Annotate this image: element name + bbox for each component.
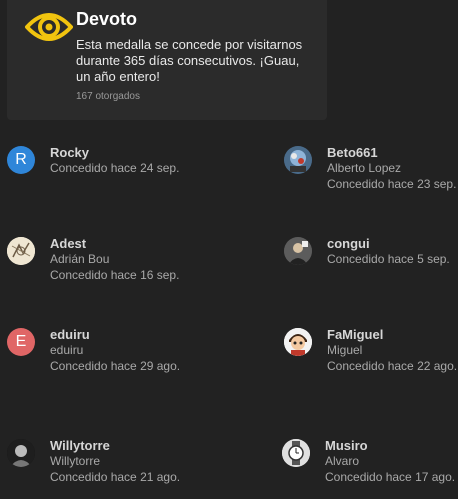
photo-avatar-icon[interactable] — [284, 146, 312, 174]
granted-date: Concedido hace 5 sep. — [327, 252, 450, 266]
full-name: Alvaro — [325, 454, 360, 468]
username-link[interactable]: congui — [327, 236, 370, 251]
avatar-letter: E — [15, 333, 27, 350]
watch-avatar-icon[interactable] — [282, 439, 310, 467]
granted-date: Concedido hace 16 sep. — [50, 268, 180, 282]
username-link[interactable]: Adest — [50, 236, 86, 251]
granted-date: Concedido hace 22 ago. — [327, 359, 458, 373]
full-name: Willytorre — [50, 454, 100, 468]
username-link[interactable]: Beto661 — [327, 145, 378, 160]
granted-date: Concedido hace 17 ago. — [325, 470, 456, 484]
badge-title: Devoto — [76, 9, 138, 29]
granted-date: Concedido hace 21 ago. — [50, 470, 181, 484]
badge-page: Devoto Esta medalla se concede por visit… — [0, 0, 458, 499]
full-name: Miguel — [327, 343, 363, 357]
username-link[interactable]: FaMiguel — [327, 327, 383, 342]
badge-granted-count: 167 otorgados — [76, 91, 140, 102]
photo-avatar-icon[interactable] — [7, 439, 35, 467]
granted-date: Concedido hace 24 sep. — [50, 161, 180, 175]
full-name: eduiru — [50, 343, 84, 357]
full-name: Alberto Lopez — [327, 161, 402, 175]
granted-date: Concedido hace 29 ago. — [50, 359, 181, 373]
username-link[interactable]: Rocky — [50, 145, 89, 160]
granted-date: Concedido hace 23 sep. — [327, 177, 457, 191]
avatar[interactable]: R — [7, 146, 35, 174]
badge-description: Esta medalla se concede por visitarnos d… — [76, 37, 303, 84]
username-link[interactable]: Willytorre — [50, 438, 110, 453]
avatar-letter: R — [15, 151, 27, 168]
avatar[interactable]: E — [7, 328, 35, 356]
username-link[interactable]: Musiro — [325, 438, 368, 453]
sketch-avatar-icon[interactable] — [7, 237, 35, 265]
eye-icon — [25, 13, 73, 41]
full-name: Adrián Bou — [50, 252, 110, 266]
username-link[interactable]: eduiru — [50, 327, 90, 342]
cartoon-avatar-icon[interactable] — [284, 328, 312, 356]
badge-card: Devoto Esta medalla se concede por visit… — [7, 0, 327, 120]
photo-avatar-icon[interactable] — [284, 237, 312, 265]
